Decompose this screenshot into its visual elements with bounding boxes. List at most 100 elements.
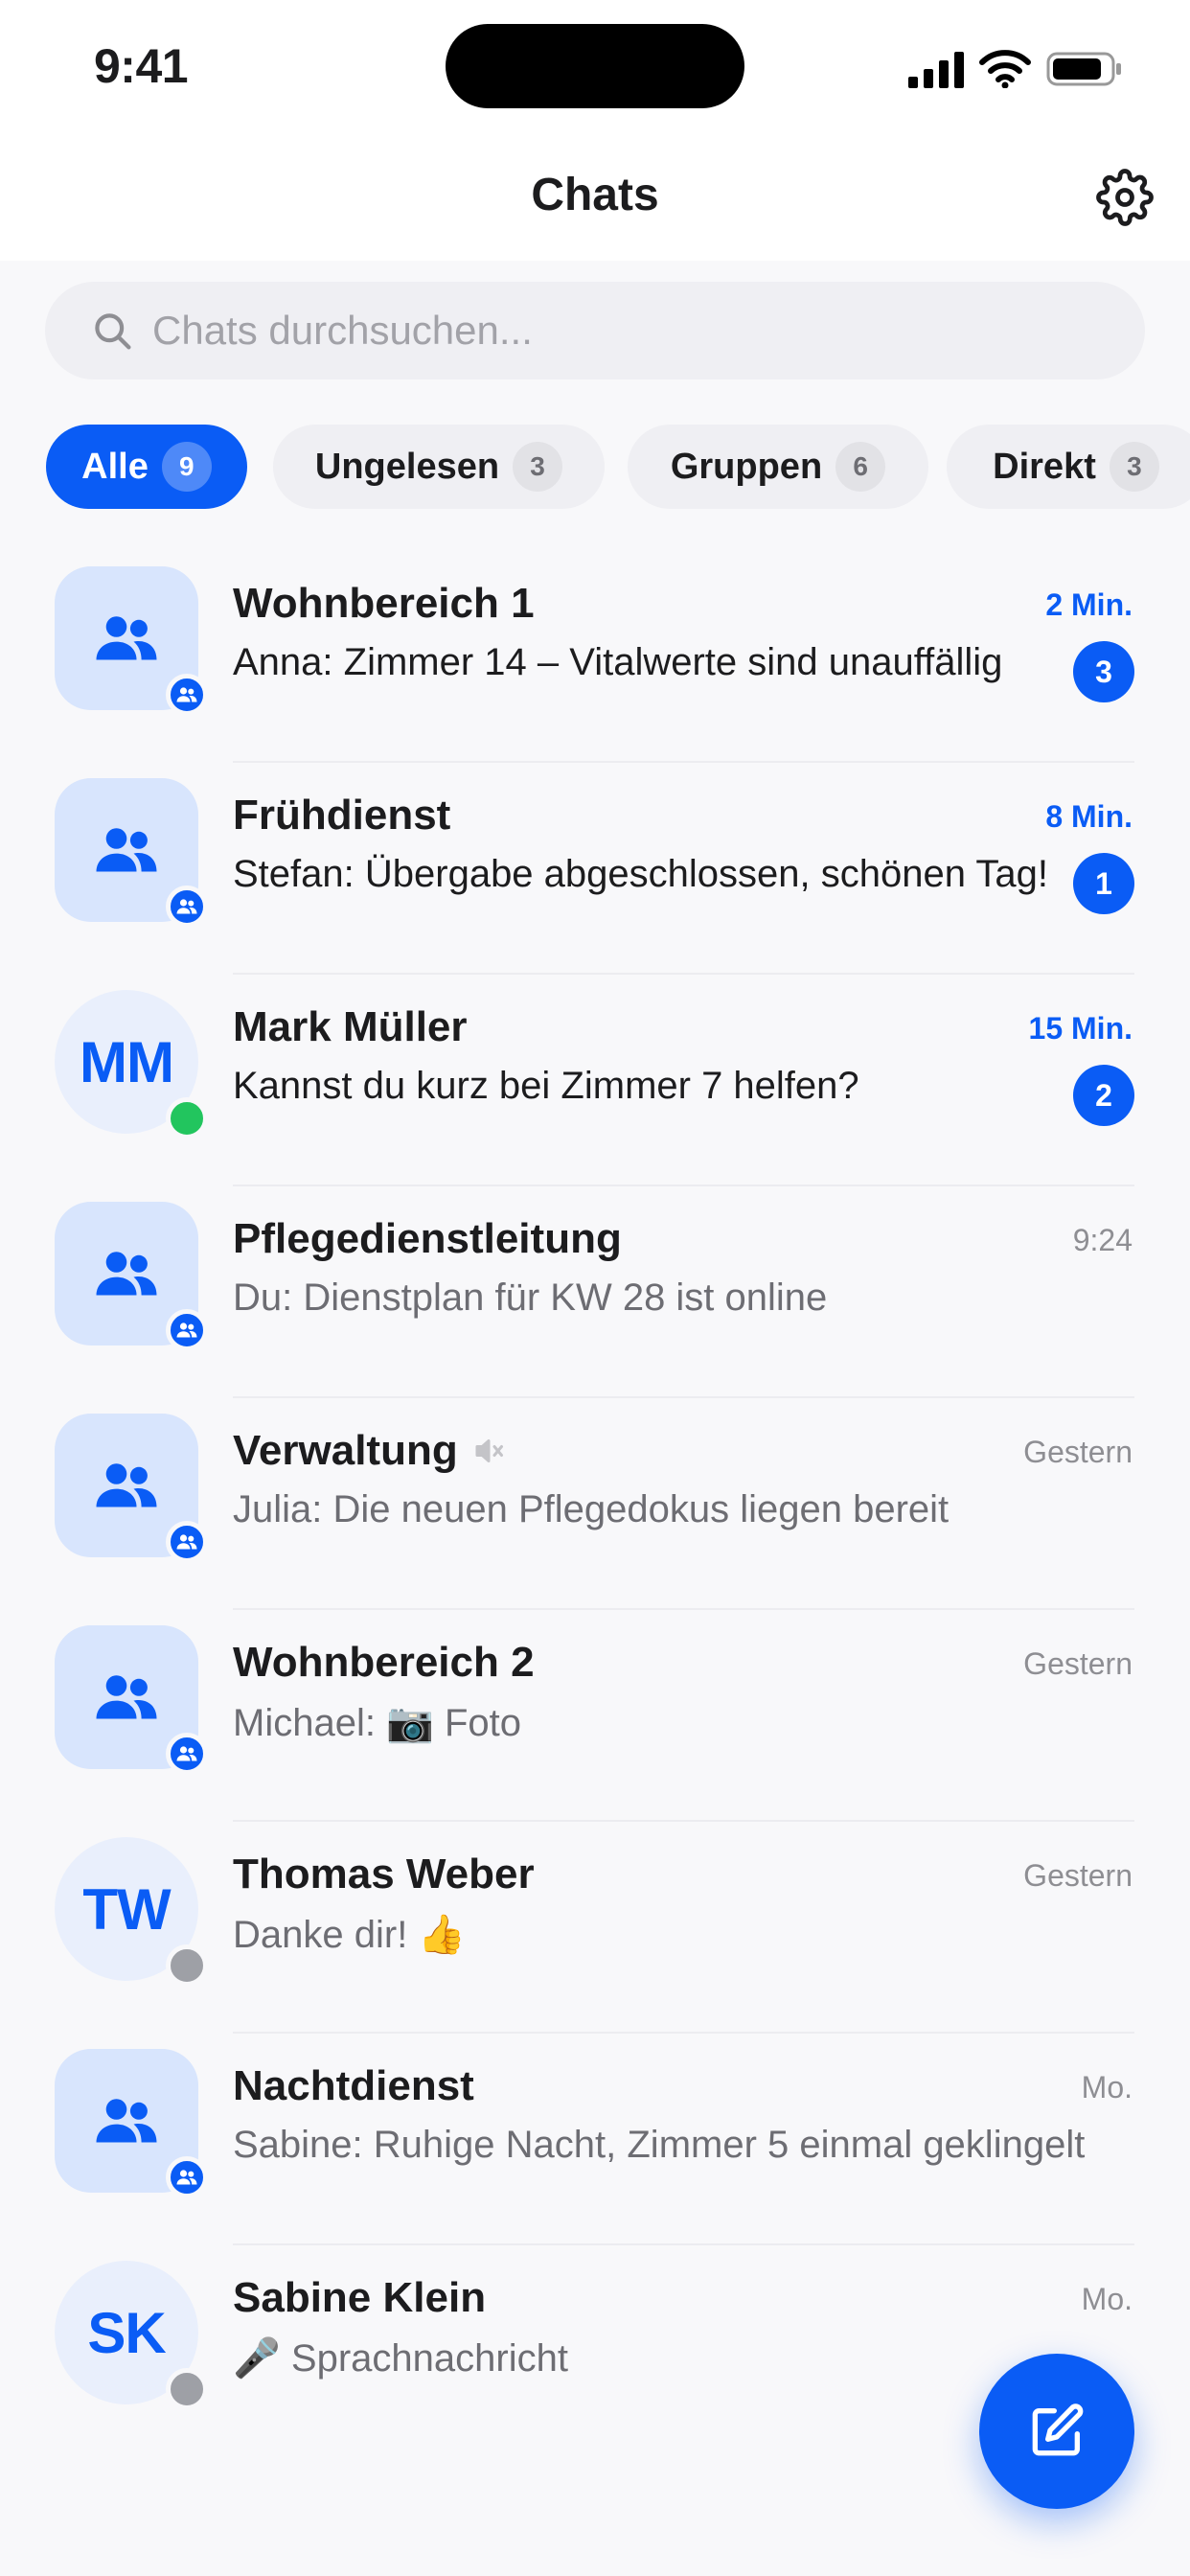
chat-name-text: Pflegedienstleitung [233,1215,622,1262]
group-badge [166,674,208,716]
chat-preview: Kannst du kurz bei Zimmer 7 helfen? [233,1065,859,1107]
filter-chip-ungelesen[interactable]: Ungelesen 3 [273,425,605,509]
chat-preview: Du: Dienstplan für KW 28 ist online [233,1276,828,1319]
group-icon [176,899,197,914]
settings-button[interactable] [1096,169,1154,226]
presence-offline-indicator [166,1944,208,1987]
filter-chips: Alle 9 Ungelesen 3 Gruppen 6 Direkt 3 [46,425,1190,509]
chat-time: 15 Min. [1028,1011,1133,1046]
chat-preview: 🎤 Sprachnachricht [233,2337,568,2380]
chat-time: Mo. [1081,2070,1133,2104]
chat-name-text: Thomas Weber [233,1851,535,1898]
group-badge [166,886,208,928]
chat-time: 2 Min. [1045,587,1133,622]
group-icon [176,2170,197,2185]
chat-name: Thomas Weber [233,1851,535,1898]
chat-preview: Sabine: Ruhige Nacht, Zimmer 5 einmal ge… [233,2124,1086,2166]
chat-row[interactable]: Wohnbereich 2 Gestern Michael: 📷 Foto [0,1610,1190,1822]
avatar: TW [55,1837,208,1987]
search-bar[interactable] [45,282,1145,380]
chats-screen: 9:41 Chats Chats durchsuchen... Alle 9 U… [0,0,1190,2576]
search-input[interactable] [152,308,1072,354]
avatar [55,778,208,928]
chat-preview: Anna: Zimmer 14 – Vitalwerte sind unauff… [233,641,1003,683]
search-icon [95,313,131,350]
avatar: SK [55,2261,208,2410]
group-icon [176,687,197,702]
chat-name-text: Verwaltung [233,1427,458,1474]
unread-badge: 2 [1073,1065,1134,1126]
compose-icon [1032,2404,1084,2456]
chat-row[interactable]: Frühdienst 8 Min. Stefan: Übergabe abges… [0,763,1190,975]
unread-badge: 1 [1073,853,1134,914]
filter-chip-gruppen[interactable]: Gruppen 6 [628,425,928,509]
filter-chip-count: 3 [513,442,563,492]
chat-row[interactable]: MM Mark Müller 15 Min. Kannst du kurz be… [0,975,1190,1186]
filter-chip-label: Direkt [993,446,1096,487]
chat-name: Wohnbereich 2 [233,1639,535,1687]
group-badge [166,1309,208,1351]
avatar [55,1625,208,1775]
chat-name-text: Wohnbereich 2 [233,1639,535,1686]
group-icon [96,1252,157,1296]
filter-chip-count: 3 [1109,442,1159,492]
chat-row[interactable]: Verwaltung Gestern Julia: Die neuen Pfle… [0,1398,1190,1610]
status-icons [908,50,1123,88]
group-icon [96,2099,157,2143]
chat-name: Verwaltung [233,1427,506,1475]
chat-preview: Michael: 📷 Foto [233,1702,522,1744]
new-chat-button[interactable] [979,2354,1134,2509]
chat-time: 8 Min. [1045,799,1133,834]
chat-row[interactable]: Nachtdienst Mo. Sabine: Ruhige Nacht, Zi… [0,2034,1190,2245]
unread-badge: 3 [1073,641,1134,702]
page-title: Chats [531,170,659,220]
avatar [55,1202,208,1351]
chat-name-text: Nachtdienst [233,2062,474,2109]
chat-row[interactable]: Pflegedienstleitung 9:24 Du: Dienstplan … [0,1186,1190,1398]
chat-name: Sabine Klein [233,2274,486,2322]
status-bar: 9:41 [0,0,1190,134]
group-badge [166,2156,208,2198]
chat-time: 9:24 [1072,1223,1133,1257]
chat-time: Mo. [1081,2282,1133,2316]
dynamic-island [446,24,744,108]
chat-time: Gestern [1023,1858,1133,1893]
chat-row[interactable]: TW Thomas Weber Gestern Danke dir! 👍 [0,1822,1190,2034]
presence-offline-indicator [166,2368,208,2410]
header: Chats [0,134,1190,261]
battery-icon [1046,52,1121,86]
wifi-icon [979,50,1031,88]
group-icon [96,1675,157,1719]
chat-name-text: Frühdienst [233,792,451,839]
filter-chip-label: Ungelesen [314,446,500,487]
chat-name: Pflegedienstleitung [233,1215,622,1263]
chat-list: Wohnbereich 1 2 Min. Anna: Zimmer 14 – V… [0,551,1190,2457]
avatar [55,566,208,716]
signal-icon [908,52,964,88]
group-icon [96,616,157,660]
chat-name: Nachtdienst [233,2062,474,2110]
chat-name-text: Sabine Klein [233,2274,487,2321]
filter-chip-direkt[interactable]: Direkt 3 [947,425,1190,509]
group-icon [176,1746,197,1761]
presence-online-indicator [166,1097,208,1139]
chat-name-text: Mark Müller [233,1003,468,1050]
filter-chip-label: Alle [81,446,149,487]
avatar [55,1414,208,1563]
chat-name: Mark Müller [233,1003,468,1051]
chat-preview: Stefan: Übergabe abgeschlossen, schönen … [233,853,1048,895]
chat-name-text: Wohnbereich 1 [233,580,535,627]
chat-name: Wohnbereich 1 [233,580,535,628]
avatar: MM [55,990,208,1139]
muted-icon [475,1439,503,1462]
filter-chip-count: 9 [161,442,212,492]
group-badge [166,1733,208,1775]
group-icon [176,1322,197,1338]
filter-chip-alle[interactable]: Alle 9 [46,425,247,509]
chat-time: Gestern [1023,1435,1133,1469]
chat-name: Frühdienst [233,792,450,840]
group-icon [96,1463,157,1507]
chat-time: Gestern [1023,1646,1133,1681]
status-time: 9:41 [94,39,189,93]
chat-row[interactable]: Wohnbereich 1 2 Min. Anna: Zimmer 14 – V… [0,551,1190,763]
